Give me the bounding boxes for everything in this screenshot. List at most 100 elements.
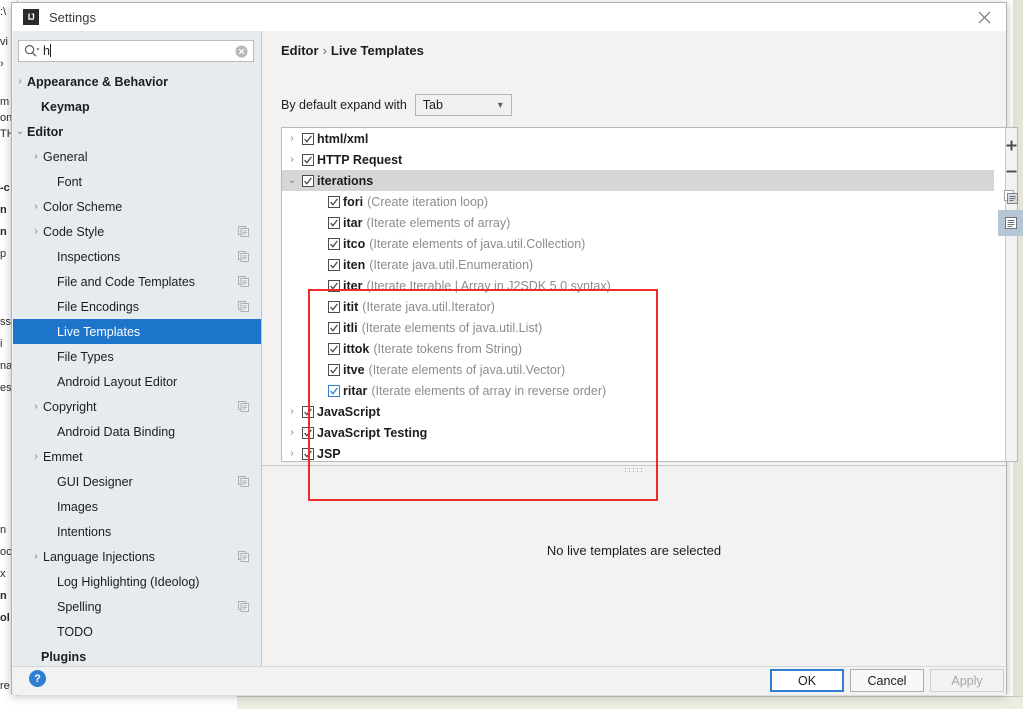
copy-settings-icon[interactable] [238, 251, 249, 262]
breadcrumb-leaf: Live Templates [330, 43, 424, 58]
template-row[interactable]: iter (Iterate Iterable | Array in J2SDK 5… [282, 275, 994, 296]
template-group-row[interactable]: › html/xml [282, 128, 994, 149]
apply-button[interactable]: Apply [930, 669, 1004, 692]
sidebar-item-live-templates[interactable]: Live Templates [13, 319, 261, 344]
chevron-right-icon[interactable]: › [29, 551, 43, 562]
template-checkbox[interactable] [328, 384, 340, 397]
template-row[interactable]: fori (Create iteration loop) [282, 191, 994, 212]
sidebar-item-images[interactable]: Images [13, 494, 261, 519]
sidebar-item-file-and-code-templates[interactable]: File and Code Templates [13, 269, 261, 294]
sidebar-item-keymap[interactable]: Keymap [13, 94, 261, 119]
template-checkbox[interactable] [328, 321, 340, 334]
chevron-right-icon[interactable]: › [29, 201, 43, 212]
template-checkbox[interactable] [328, 195, 340, 208]
chevron-down-icon[interactable]: ⌄ [282, 175, 302, 186]
chevron-right-icon[interactable]: › [282, 154, 302, 165]
chevron-right-icon[interactable]: › [282, 133, 302, 144]
expand-with-select[interactable]: Tab ▾ [414, 94, 512, 116]
ok-button[interactable]: OK [770, 669, 844, 692]
cancel-button[interactable]: Cancel [850, 669, 924, 692]
sidebar-item-gui-designer[interactable]: GUI Designer [13, 469, 261, 494]
template-row[interactable]: itli (Iterate elements of java.util.List) [282, 317, 994, 338]
template-checkbox[interactable] [302, 132, 314, 145]
template-group-row[interactable]: › JavaScript Testing [282, 422, 994, 443]
template-group-row[interactable]: › JSP [282, 443, 994, 461]
remove-button[interactable] [998, 158, 1023, 184]
template-row[interactable]: itit (Iterate java.util.Iterator) [282, 296, 994, 317]
copy-settings-icon[interactable] [238, 476, 249, 487]
template-checkbox[interactable] [328, 237, 340, 250]
copy-settings-icon[interactable] [238, 551, 249, 562]
template-checkbox[interactable] [328, 363, 340, 376]
template-checkbox[interactable] [328, 216, 340, 229]
template-checkbox[interactable] [302, 174, 314, 187]
sidebar-item-copyright[interactable]: › Copyright [13, 394, 261, 419]
template-row[interactable]: ittok (Iterate tokens from String) [282, 338, 994, 359]
template-checkbox[interactable] [302, 405, 314, 418]
sidebar-item-general[interactable]: › General [13, 144, 261, 169]
copy-button[interactable] [998, 184, 1023, 210]
copy-settings-icon[interactable] [238, 601, 249, 612]
sidebar-item-appearance-behavior[interactable]: › Appearance & Behavior [13, 69, 261, 94]
search-text: h [43, 44, 50, 58]
sidebar-item-language-injections[interactable]: › Language Injections [13, 544, 261, 569]
template-checkbox[interactable] [302, 153, 314, 166]
sidebar-item-color-scheme[interactable]: › Color Scheme [13, 194, 261, 219]
template-checkbox[interactable] [302, 447, 314, 460]
sidebar-item-spelling[interactable]: Spelling [13, 594, 261, 619]
chevron-right-icon[interactable]: › [282, 427, 302, 438]
copy-settings-icon[interactable] [238, 226, 249, 237]
sidebar-item-android-layout-editor[interactable]: Android Layout Editor [13, 369, 261, 394]
sidebar-item-code-style[interactable]: › Code Style [13, 219, 261, 244]
duplicate-group-button[interactable] [998, 210, 1023, 236]
template-checkbox[interactable] [328, 279, 340, 292]
templates-list[interactable]: › html/xml › HTTP Request ⌄ iterations fori (Cr… [282, 128, 994, 461]
chevron-right-icon[interactable]: › [29, 226, 43, 237]
sidebar-item-intentions[interactable]: Intentions [13, 519, 261, 544]
template-row[interactable]: itar (Iterate elements of array) [282, 212, 994, 233]
chevron-right-icon[interactable]: › [29, 151, 43, 162]
template-row[interactable]: ritar (Iterate elements of array in rever… [282, 380, 994, 401]
sidebar-item-todo[interactable]: TODO [13, 619, 261, 644]
add-button[interactable] [998, 132, 1023, 158]
template-checkbox[interactable] [328, 300, 340, 313]
copy-settings-icon[interactable] [238, 301, 249, 312]
chevron-right-icon[interactable]: › [29, 401, 43, 412]
template-checkbox[interactable] [328, 342, 340, 355]
chevron-down-icon[interactable]: ⌄ [13, 126, 27, 137]
panel-splitter[interactable] [262, 465, 1006, 474]
template-row[interactable]: itco (Iterate elements of java.util.Colle… [282, 233, 994, 254]
template-group-label: HTTP Request [317, 152, 403, 167]
sidebar-item-file-encodings[interactable]: File Encodings [13, 294, 261, 319]
template-group-row[interactable]: › HTTP Request [282, 149, 994, 170]
chevron-right-icon[interactable]: › [13, 76, 27, 87]
chevron-right-icon[interactable]: › [29, 451, 43, 462]
sidebar-item-emmet[interactable]: › Emmet [13, 444, 261, 469]
help-icon[interactable]: ? [29, 670, 46, 687]
close-icon[interactable] [962, 3, 1006, 31]
search-input[interactable]: h [18, 40, 254, 62]
sidebar-item-log-highlighting-ideolog[interactable]: Log Highlighting (Ideolog) [13, 569, 261, 594]
template-group-row[interactable]: › JavaScript [282, 401, 994, 422]
sidebar-item-plugins[interactable]: Plugins [13, 644, 261, 666]
template-checkbox[interactable] [302, 426, 314, 439]
sidebar-item-font[interactable]: Font [13, 169, 261, 194]
sidebar-item-editor[interactable]: ⌄ Editor [13, 119, 261, 144]
copy-settings-icon[interactable] [238, 276, 249, 287]
copy-settings-icon[interactable] [238, 401, 249, 412]
sidebar-item-file-types[interactable]: File Types [13, 344, 261, 369]
sidebar-item-label: Images [57, 499, 98, 514]
chevron-right-icon[interactable]: › [282, 448, 302, 459]
template-checkbox[interactable] [328, 258, 340, 271]
sidebar-item-android-data-binding[interactable]: Android Data Binding [13, 419, 261, 444]
template-group-row[interactable]: ⌄ iterations [282, 170, 994, 191]
template-row[interactable]: iten (Iterate java.util.Enumeration) [282, 254, 994, 275]
template-row[interactable]: itve (Iterate elements of java.util.Vecto… [282, 359, 994, 380]
sidebar-item-inspections[interactable]: Inspections [13, 244, 261, 269]
settings-tree[interactable]: › Appearance & Behavior Keymap ⌄ Editor › Gene… [13, 69, 261, 666]
clear-icon[interactable] [235, 45, 248, 58]
sidebar-item-label: Copyright [43, 399, 97, 414]
chevron-right-icon[interactable]: › [282, 406, 302, 417]
sidebar-item-label: GUI Designer [57, 474, 133, 489]
breadcrumb-root[interactable]: Editor [281, 43, 319, 58]
